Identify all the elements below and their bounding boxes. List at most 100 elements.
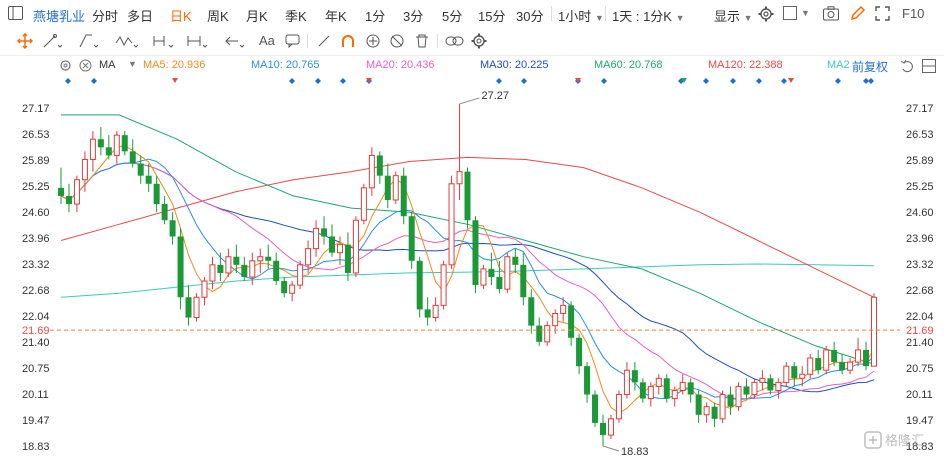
pencil-icon[interactable]: [850, 5, 866, 26]
candle-body: [65, 195, 72, 205]
arrow-left-icon[interactable]: [224, 33, 246, 54]
legend-close-icon[interactable]: [79, 59, 92, 77]
chevron-down-icon[interactable]: ▼: [801, 8, 810, 18]
event-marker-icon: [289, 78, 295, 84]
candle-body: [336, 244, 343, 254]
period-tab-5min[interactable]: 5分: [442, 6, 462, 25]
low-price-label: 18.83: [621, 446, 649, 455]
wave-tool-icon[interactable]: [115, 33, 139, 54]
period-tab-quarterly[interactable]: 季K: [285, 6, 307, 25]
crosshair-move-icon[interactable]: [16, 32, 34, 54]
adjust-mode-button[interactable]: 前复权: [852, 58, 888, 75]
ma30-value: MA30: 20.225: [480, 59, 549, 71]
period-tab-1min[interactable]: 1分: [365, 6, 385, 25]
toolbar-divider: [437, 34, 438, 48]
period-tab-intraday[interactable]: 分时: [92, 6, 118, 25]
ruler-pencil-icon[interactable]: [316, 33, 332, 54]
candle-body: [81, 158, 88, 181]
candle-body: [759, 377, 766, 383]
period-tab-multiday[interactable]: 多日: [127, 6, 153, 25]
current-price-label: 21.69: [906, 325, 934, 337]
candle-body: [249, 260, 256, 278]
sidebar-toggle-icon[interactable]: [8, 6, 24, 26]
y-axis-tick-label: 25.25: [906, 181, 934, 193]
candle-body: [791, 366, 798, 379]
candle-body: [576, 337, 583, 367]
trend-line-icon[interactable]: [42, 33, 63, 54]
ma-indicator-label[interactable]: MA: [99, 59, 116, 71]
chevron-down-icon[interactable]: ▼: [128, 59, 137, 69]
toolbar-divider: [307, 34, 308, 48]
legend-settings-icon[interactable]: [59, 59, 72, 77]
y-axis-tick-label: 18.83: [22, 441, 50, 453]
f10-button[interactable]: F10: [902, 6, 924, 21]
toolbar-settings-gear-icon[interactable]: [471, 33, 487, 54]
candle-body: [735, 385, 742, 408]
candlestick-chart[interactable]: 27.17 27.17 26.53 26.53 25.89 25.89 25.25 25.25…: [0, 78, 944, 458]
candle-body: [193, 296, 200, 319]
period-tab-3min[interactable]: 3分: [403, 6, 423, 25]
measure-range-icon[interactable]: [152, 33, 176, 54]
candle-body: [464, 171, 471, 221]
text-tool-icon[interactable]: Aa: [259, 33, 275, 48]
candle-body: [185, 297, 192, 318]
candle-body: [847, 361, 854, 371]
candle-body: [751, 381, 758, 396]
period-tab-30min[interactable]: 30分: [516, 6, 543, 25]
period-tab-daily[interactable]: 日K: [170, 6, 192, 25]
candle-body: [368, 154, 375, 189]
comment-icon[interactable]: [285, 34, 301, 53]
period-tab-monthly[interactable]: 月K: [246, 6, 268, 25]
display-dropdown[interactable]: 显示 ▼: [714, 6, 753, 25]
candle-body: [504, 256, 511, 290]
candle-body: [233, 256, 240, 265]
candle-body: [201, 280, 208, 298]
candle-body: [711, 406, 718, 419]
candle-body: [767, 378, 774, 391]
y-axis-tick-label: 25.89: [22, 155, 50, 167]
event-marker-icon: [65, 78, 71, 84]
candle-body: [783, 365, 790, 383]
event-marker-icon: [521, 78, 527, 84]
camera-icon[interactable]: [823, 6, 840, 26]
sync-icon[interactable]: [365, 33, 381, 54]
candle-body: [360, 187, 367, 221]
period-tab-weekly[interactable]: 周K: [207, 6, 229, 25]
timeframe-dropdown[interactable]: 1天 : 1分K ▼: [612, 6, 685, 25]
channel-tool-icon[interactable]: [78, 33, 99, 54]
ma20-value: MA20: 20.436: [366, 59, 435, 71]
undo-icon[interactable]: [900, 59, 914, 78]
y-axis-tick-label: 21.40: [906, 337, 934, 349]
trash-icon[interactable]: [414, 33, 430, 54]
checkbox-icon[interactable]: [783, 6, 798, 26]
chart-canvas[interactable]: 27.17 27.17 26.53 26.53 25.89 25.89 25.25 25.25…: [0, 78, 944, 458]
candle-body: [121, 135, 128, 152]
ma120-value: MA120: 22.388: [708, 59, 783, 71]
fullscreen-icon[interactable]: [875, 6, 890, 26]
event-marker-icon: [601, 78, 607, 84]
collapse-icon[interactable]: [922, 59, 936, 78]
candle-body: [416, 260, 423, 310]
chevron-down-icon: ▼: [594, 13, 604, 23]
candle-body: [113, 134, 120, 156]
period-tab-yearly[interactable]: 年K: [325, 6, 347, 25]
link-icon[interactable]: [445, 34, 465, 53]
period-tab-15min[interactable]: 15分: [478, 6, 505, 25]
candle-body: [639, 382, 646, 399]
top-bar: 燕塘乳业 分时 多日 日K 周K 月K 季K 年K 1分 3分 5分 15分 3…: [0, 0, 944, 28]
candle-body: [607, 418, 614, 436]
hide-icon[interactable]: [389, 33, 405, 54]
candle-body: [703, 406, 710, 416]
event-marker-icon: [703, 78, 709, 84]
stock-name[interactable]: 燕塘乳业: [33, 6, 85, 25]
span-tool-icon[interactable]: [186, 33, 210, 54]
event-marker-icon: [496, 78, 502, 84]
low-annotation-line: [602, 445, 620, 452]
timeframe-label: 1天 : 1分K: [612, 9, 672, 24]
settings-gear-icon[interactable]: [758, 6, 774, 27]
candle-body: [89, 138, 96, 160]
candle-body: [592, 394, 599, 423]
candle-body: [568, 305, 575, 338]
magnet-icon[interactable]: [340, 33, 356, 54]
hour-period-dropdown[interactable]: 1小时 ▼: [558, 6, 604, 25]
